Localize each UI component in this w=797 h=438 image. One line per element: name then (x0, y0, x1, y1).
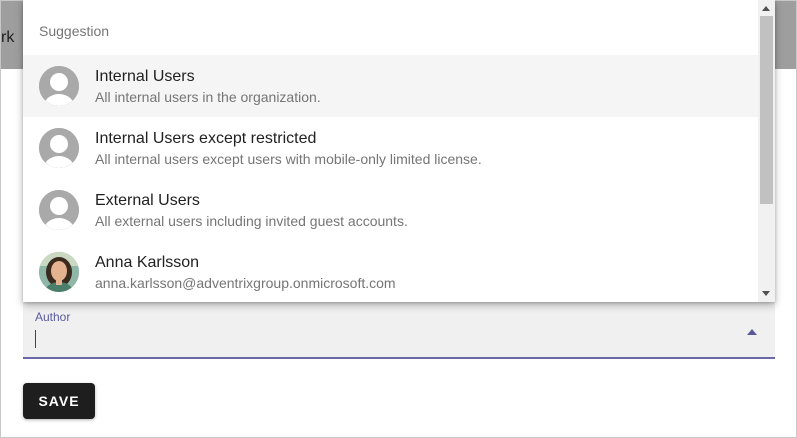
default-user-icon (39, 66, 79, 106)
suggestion-header: Suggestion (39, 23, 110, 39)
suggestion-item-internal-users-except-restricted[interactable]: Internal Users except restricted All int… (23, 117, 758, 179)
suggestion-subtitle: All internal users in the organization. (95, 89, 321, 105)
suggestion-title: Anna Karlsson (95, 254, 200, 271)
header-partial-text: rk (1, 29, 15, 46)
suggestion-list: Internal Users All internal users in the… (23, 55, 758, 302)
suggestion-item-anna-karlsson[interactable]: Anna Karlsson anna.karlsson@adventrixgro… (23, 241, 758, 302)
suggestion-dropdown: Suggestion Internal Users All internal u… (23, 0, 775, 302)
text-cursor (35, 330, 36, 348)
suggestion-subtitle: All internal users except users with mob… (95, 151, 482, 167)
suggestion-title: Internal Users except restricted (95, 130, 317, 147)
suggestion-title: Internal Users (95, 68, 195, 85)
author-field[interactable]: Author (23, 302, 775, 359)
scroll-up-arrow-icon[interactable] (762, 6, 770, 11)
author-label: Author (35, 310, 71, 324)
suggestion-item-external-users[interactable]: External Users All external users includ… (23, 179, 758, 241)
suggestion-subtitle: anna.karlsson@adventrixgroup.onmicrosoft… (95, 275, 396, 291)
default-user-icon (39, 190, 79, 230)
profile-photo (39, 252, 79, 292)
suggestion-title: External Users (95, 192, 200, 209)
scroll-down-arrow-icon[interactable] (762, 291, 770, 296)
save-button[interactable]: SAVE (23, 383, 95, 419)
default-user-icon (39, 128, 79, 168)
chevron-up-icon[interactable] (747, 329, 757, 335)
suggestion-item-internal-users[interactable]: Internal Users All internal users in the… (23, 55, 758, 117)
suggestion-scrollbar[interactable] (758, 0, 775, 302)
suggestion-subtitle: All external users including invited gue… (95, 213, 408, 229)
author-input[interactable] (35, 328, 725, 350)
scrollbar-thumb[interactable] (760, 16, 773, 204)
